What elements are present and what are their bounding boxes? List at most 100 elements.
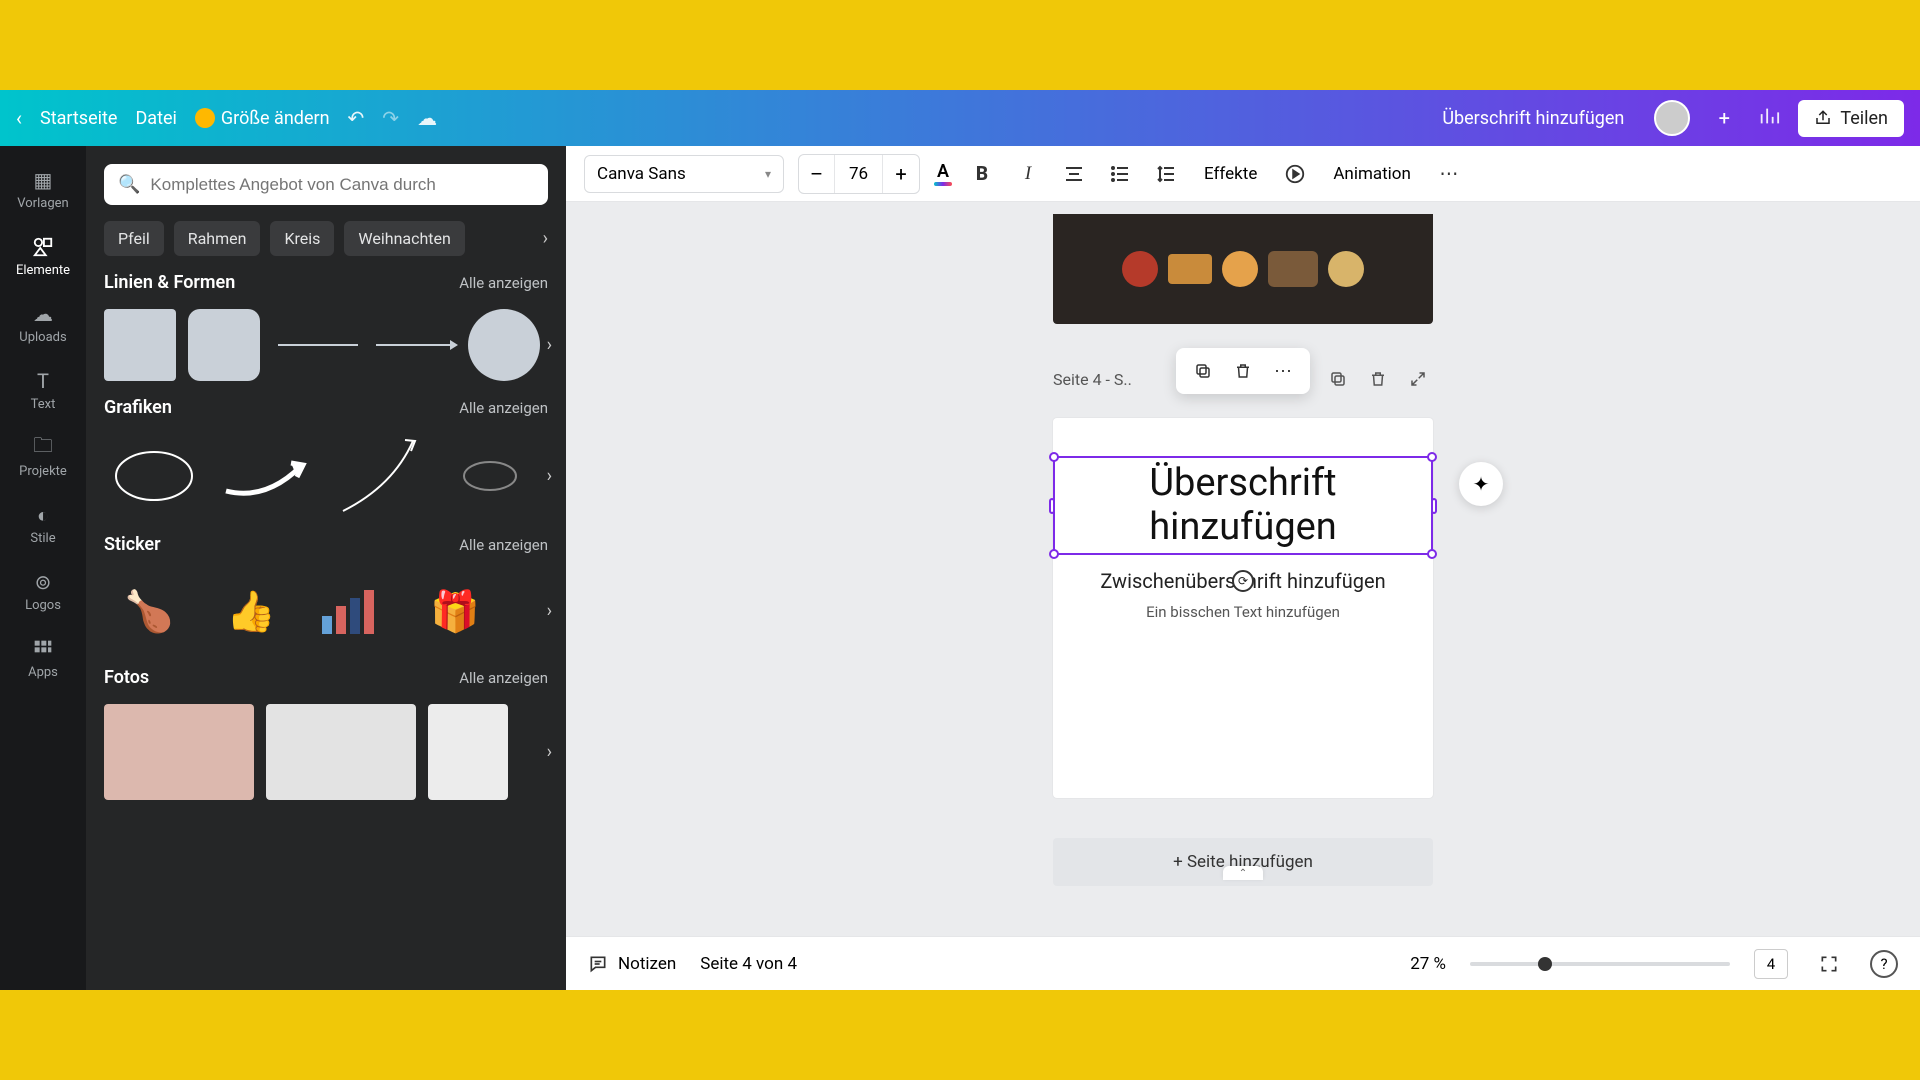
regenerate-button[interactable]: ✦ (1459, 462, 1503, 506)
add-collaborator-icon[interactable]: + (1708, 102, 1740, 134)
text-color-button[interactable]: A (934, 161, 952, 186)
resize-button[interactable]: Größe ändern (195, 108, 330, 129)
bold-button[interactable]: B (966, 158, 998, 190)
size-decrease-button[interactable]: – (799, 155, 835, 193)
photo-thumb-1[interactable] (104, 704, 254, 800)
row-scroll-right-icon[interactable]: › (547, 601, 552, 622)
resize-handle[interactable] (1049, 549, 1059, 559)
duplicate-button[interactable] (1186, 354, 1220, 388)
nav-templates[interactable]: ▦ Vorlagen (0, 158, 86, 221)
animation-button[interactable]: Animation (1325, 158, 1419, 190)
section-title: Linien & Formen (104, 272, 235, 293)
notes-button[interactable]: Notizen (588, 954, 676, 974)
chip-scroll-right-icon[interactable]: › (543, 228, 548, 249)
sticker-thumbs-up[interactable]: 👍 (206, 571, 296, 651)
graphic-swoosh[interactable] (328, 434, 428, 518)
nav-logos[interactable]: ⊚ Logos (0, 560, 86, 623)
row-scroll-right-icon[interactable]: › (547, 466, 552, 487)
delete-button[interactable] (1226, 354, 1260, 388)
sticker-gift[interactable]: 🎁 (410, 571, 500, 651)
expand-page-icon[interactable] (1403, 364, 1433, 394)
italic-button[interactable]: I (1012, 158, 1044, 190)
heading-text[interactable]: Überschrift hinzufügen (1073, 462, 1413, 549)
see-all-lines[interactable]: Alle anzeigen (459, 274, 548, 292)
nav-styles[interactable]: ◐ Stile (0, 493, 86, 556)
shape-rounded-square[interactable] (188, 309, 260, 381)
prev-page-thumbnail[interactable] (1053, 214, 1433, 324)
body-text[interactable]: Ein bisschen Text hinzufügen (1146, 603, 1340, 621)
shape-line[interactable] (278, 344, 358, 346)
nav-apps[interactable]: Apps (0, 627, 86, 690)
chip-rahmen[interactable]: Rahmen (174, 221, 261, 256)
shape-arrow-line[interactable] (376, 344, 456, 346)
chip-weihnachten[interactable]: Weihnachten (344, 221, 464, 256)
nav-text[interactable]: T Text (0, 359, 86, 422)
zoom-thumb[interactable] (1538, 957, 1552, 971)
help-icon[interactable]: ? (1870, 950, 1898, 978)
page-card[interactable]: Überschrift hinzufügen Zwischenüberschri… (1053, 418, 1433, 798)
home-link[interactable]: Startseite (40, 108, 117, 129)
chip-row: Pfeil Rahmen Kreis Weihnachten › (104, 221, 548, 256)
graphic-curved-arrow[interactable] (216, 434, 316, 518)
shape-circle[interactable] (468, 309, 540, 381)
canvas-scroll: ⋯ Seite 4 - S.. (566, 202, 1920, 936)
cloud-upload-icon: ☁ (31, 302, 55, 326)
chip-pfeil[interactable]: Pfeil (104, 221, 164, 256)
graphic-ellipse-outline[interactable] (440, 434, 540, 518)
back-icon[interactable]: ‹ (16, 106, 22, 130)
zoom-value[interactable]: 27 % (1410, 954, 1446, 974)
delete-page-icon[interactable] (1363, 364, 1393, 394)
animate-icon[interactable] (1279, 158, 1311, 190)
chip-kreis[interactable]: Kreis (270, 221, 334, 256)
search-input[interactable] (150, 175, 534, 195)
share-button[interactable]: Teilen (1798, 100, 1904, 137)
photo-thumb-3[interactable] (428, 704, 508, 800)
subheading-text[interactable]: Zwischenüberschrift hinzufügen ⟳ (1100, 569, 1385, 593)
file-menu[interactable]: Datei (135, 108, 176, 129)
font-select[interactable]: Canva Sans ▾ (584, 155, 784, 193)
undo-icon[interactable]: ↶ (348, 106, 365, 130)
expand-pages-handle[interactable]: ⌃ (1223, 866, 1263, 880)
doc-title[interactable]: Überschrift hinzufügen (1442, 108, 1624, 129)
resize-handle[interactable] (1049, 498, 1055, 514)
see-all-graphics[interactable]: Alle anzeigen (459, 399, 548, 417)
more-icon[interactable]: ⋯ (1433, 158, 1465, 190)
nav-uploads[interactable]: ☁ Uploads (0, 292, 86, 355)
fullscreen-icon[interactable] (1812, 947, 1846, 981)
row-scroll-right-icon[interactable]: › (547, 742, 552, 763)
redo-icon[interactable]: ↷ (382, 106, 399, 130)
photo-thumb-2[interactable] (266, 704, 416, 800)
insights-icon[interactable] (1758, 105, 1780, 132)
page-grid-button[interactable]: 4 (1754, 949, 1788, 979)
avatar[interactable] (1654, 100, 1690, 136)
sticker-turkey[interactable]: 🍗 (104, 571, 194, 651)
duplicate-page-icon[interactable] (1323, 364, 1353, 394)
spacing-button[interactable] (1150, 158, 1182, 190)
resize-handle[interactable] (1431, 498, 1437, 514)
size-increase-button[interactable]: + (883, 155, 919, 193)
see-all-stickers[interactable]: Alle anzeigen (459, 536, 548, 554)
heading-textbox[interactable]: Überschrift hinzufügen (1053, 456, 1433, 555)
see-all-photos[interactable]: Alle anzeigen (459, 669, 548, 687)
zoom-slider[interactable] (1470, 962, 1730, 966)
resize-handle[interactable] (1049, 452, 1059, 462)
resize-handle[interactable] (1427, 549, 1437, 559)
nav-elements[interactable]: Elemente (0, 225, 86, 288)
row-scroll-right-icon[interactable]: › (547, 335, 552, 356)
align-button[interactable] (1058, 158, 1090, 190)
more-options-button[interactable]: ⋯ (1266, 354, 1300, 388)
sticker-bar-chart[interactable] (308, 571, 398, 651)
page-label[interactable]: Seite 4 - S.. (1053, 370, 1132, 389)
search-box[interactable]: 🔍 (104, 164, 548, 205)
nav-projects[interactable]: 🗀 Projekte (0, 426, 86, 489)
nav-label: Apps (28, 665, 58, 680)
rotate-handle-icon[interactable]: ⟳ (1232, 570, 1254, 592)
size-value[interactable]: 76 (835, 155, 883, 193)
cloud-sync-icon[interactable]: ☁ (417, 106, 437, 130)
resize-handle[interactable] (1427, 452, 1437, 462)
shape-square[interactable] (104, 309, 176, 381)
templates-icon: ▦ (31, 168, 55, 192)
effects-button[interactable]: Effekte (1196, 158, 1265, 190)
list-button[interactable] (1104, 158, 1136, 190)
graphic-scribble-oval[interactable] (104, 434, 204, 518)
